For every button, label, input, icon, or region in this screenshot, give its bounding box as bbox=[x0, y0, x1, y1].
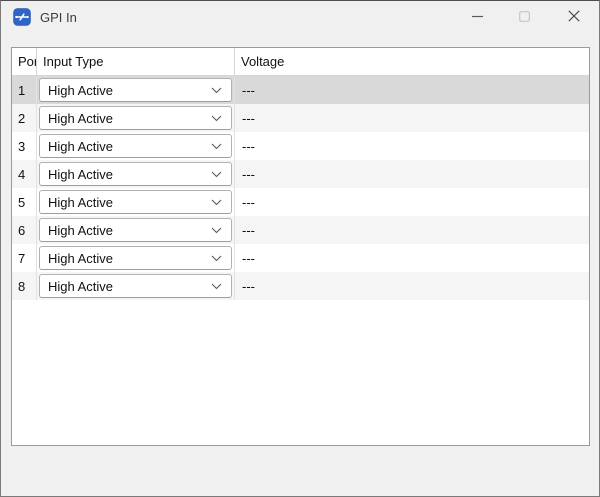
table-header: Port Input Type Voltage bbox=[12, 48, 589, 76]
maximize-icon bbox=[519, 10, 530, 25]
input-type-select[interactable]: High Active bbox=[39, 246, 232, 270]
input-type-value: High Active bbox=[48, 139, 113, 154]
port-number: 3 bbox=[12, 132, 37, 160]
voltage-value: --- bbox=[235, 188, 589, 216]
voltage-value: --- bbox=[235, 160, 589, 188]
input-type-value: High Active bbox=[48, 83, 113, 98]
port-number: 8 bbox=[12, 272, 37, 300]
gpi-app-icon bbox=[13, 8, 31, 26]
input-type-select[interactable]: High Active bbox=[39, 78, 232, 102]
voltage-value: --- bbox=[235, 76, 589, 104]
input-type-select[interactable]: High Active bbox=[39, 162, 232, 186]
voltage-value: --- bbox=[235, 104, 589, 132]
port-number: 5 bbox=[12, 188, 37, 216]
table-row[interactable]: 6 High Active --- bbox=[12, 216, 589, 244]
input-type-select[interactable]: High Active bbox=[39, 190, 232, 214]
window-title: GPI In bbox=[40, 10, 77, 25]
chevron-down-icon bbox=[211, 227, 222, 234]
chevron-down-icon bbox=[211, 115, 222, 122]
chevron-down-icon bbox=[211, 255, 222, 262]
window-controls bbox=[454, 1, 599, 33]
titlebar[interactable]: GPI In bbox=[1, 1, 599, 33]
column-header-input-type: Input Type bbox=[37, 48, 235, 75]
table-row[interactable]: 3 High Active --- bbox=[12, 132, 589, 160]
input-type-value: High Active bbox=[48, 195, 113, 210]
table-row[interactable]: 8 High Active --- bbox=[12, 272, 589, 300]
minimize-icon bbox=[472, 10, 483, 25]
maximize-button bbox=[501, 1, 548, 33]
port-number: 7 bbox=[12, 244, 37, 272]
column-header-voltage: Voltage bbox=[235, 48, 589, 75]
column-header-port: Port bbox=[12, 48, 37, 75]
input-type-value: High Active bbox=[48, 279, 113, 294]
port-number: 2 bbox=[12, 104, 37, 132]
voltage-value: --- bbox=[235, 272, 589, 300]
chevron-down-icon bbox=[211, 283, 222, 290]
chevron-down-icon bbox=[211, 143, 222, 150]
table-row[interactable]: 7 High Active --- bbox=[12, 244, 589, 272]
minimize-button[interactable] bbox=[454, 1, 501, 33]
input-type-value: High Active bbox=[48, 251, 113, 266]
input-type-select[interactable]: High Active bbox=[39, 274, 232, 298]
table-row[interactable]: 5 High Active --- bbox=[12, 188, 589, 216]
chevron-down-icon bbox=[211, 171, 222, 178]
chevron-down-icon bbox=[211, 87, 222, 94]
gpi-in-window: GPI In Port Input Type bbox=[0, 0, 600, 497]
table-row[interactable]: 2 High Active --- bbox=[12, 104, 589, 132]
port-number: 1 bbox=[12, 76, 37, 104]
voltage-value: --- bbox=[235, 132, 589, 160]
table-row[interactable]: 4 High Active --- bbox=[12, 160, 589, 188]
close-icon bbox=[568, 10, 580, 25]
gpi-table: Port Input Type Voltage 1 High Active --… bbox=[11, 47, 590, 446]
titlebar-left: GPI In bbox=[1, 8, 454, 26]
close-button[interactable] bbox=[548, 1, 599, 33]
port-number: 4 bbox=[12, 160, 37, 188]
input-type-select[interactable]: High Active bbox=[39, 134, 232, 158]
voltage-value: --- bbox=[235, 216, 589, 244]
table-row[interactable]: 1 High Active --- bbox=[12, 76, 589, 104]
input-type-value: High Active bbox=[48, 223, 113, 238]
input-type-value: High Active bbox=[48, 111, 113, 126]
input-type-select[interactable]: High Active bbox=[39, 218, 232, 242]
chevron-down-icon bbox=[211, 199, 222, 206]
input-type-value: High Active bbox=[48, 167, 113, 182]
input-type-select[interactable]: High Active bbox=[39, 106, 232, 130]
voltage-value: --- bbox=[235, 244, 589, 272]
port-number: 6 bbox=[12, 216, 37, 244]
